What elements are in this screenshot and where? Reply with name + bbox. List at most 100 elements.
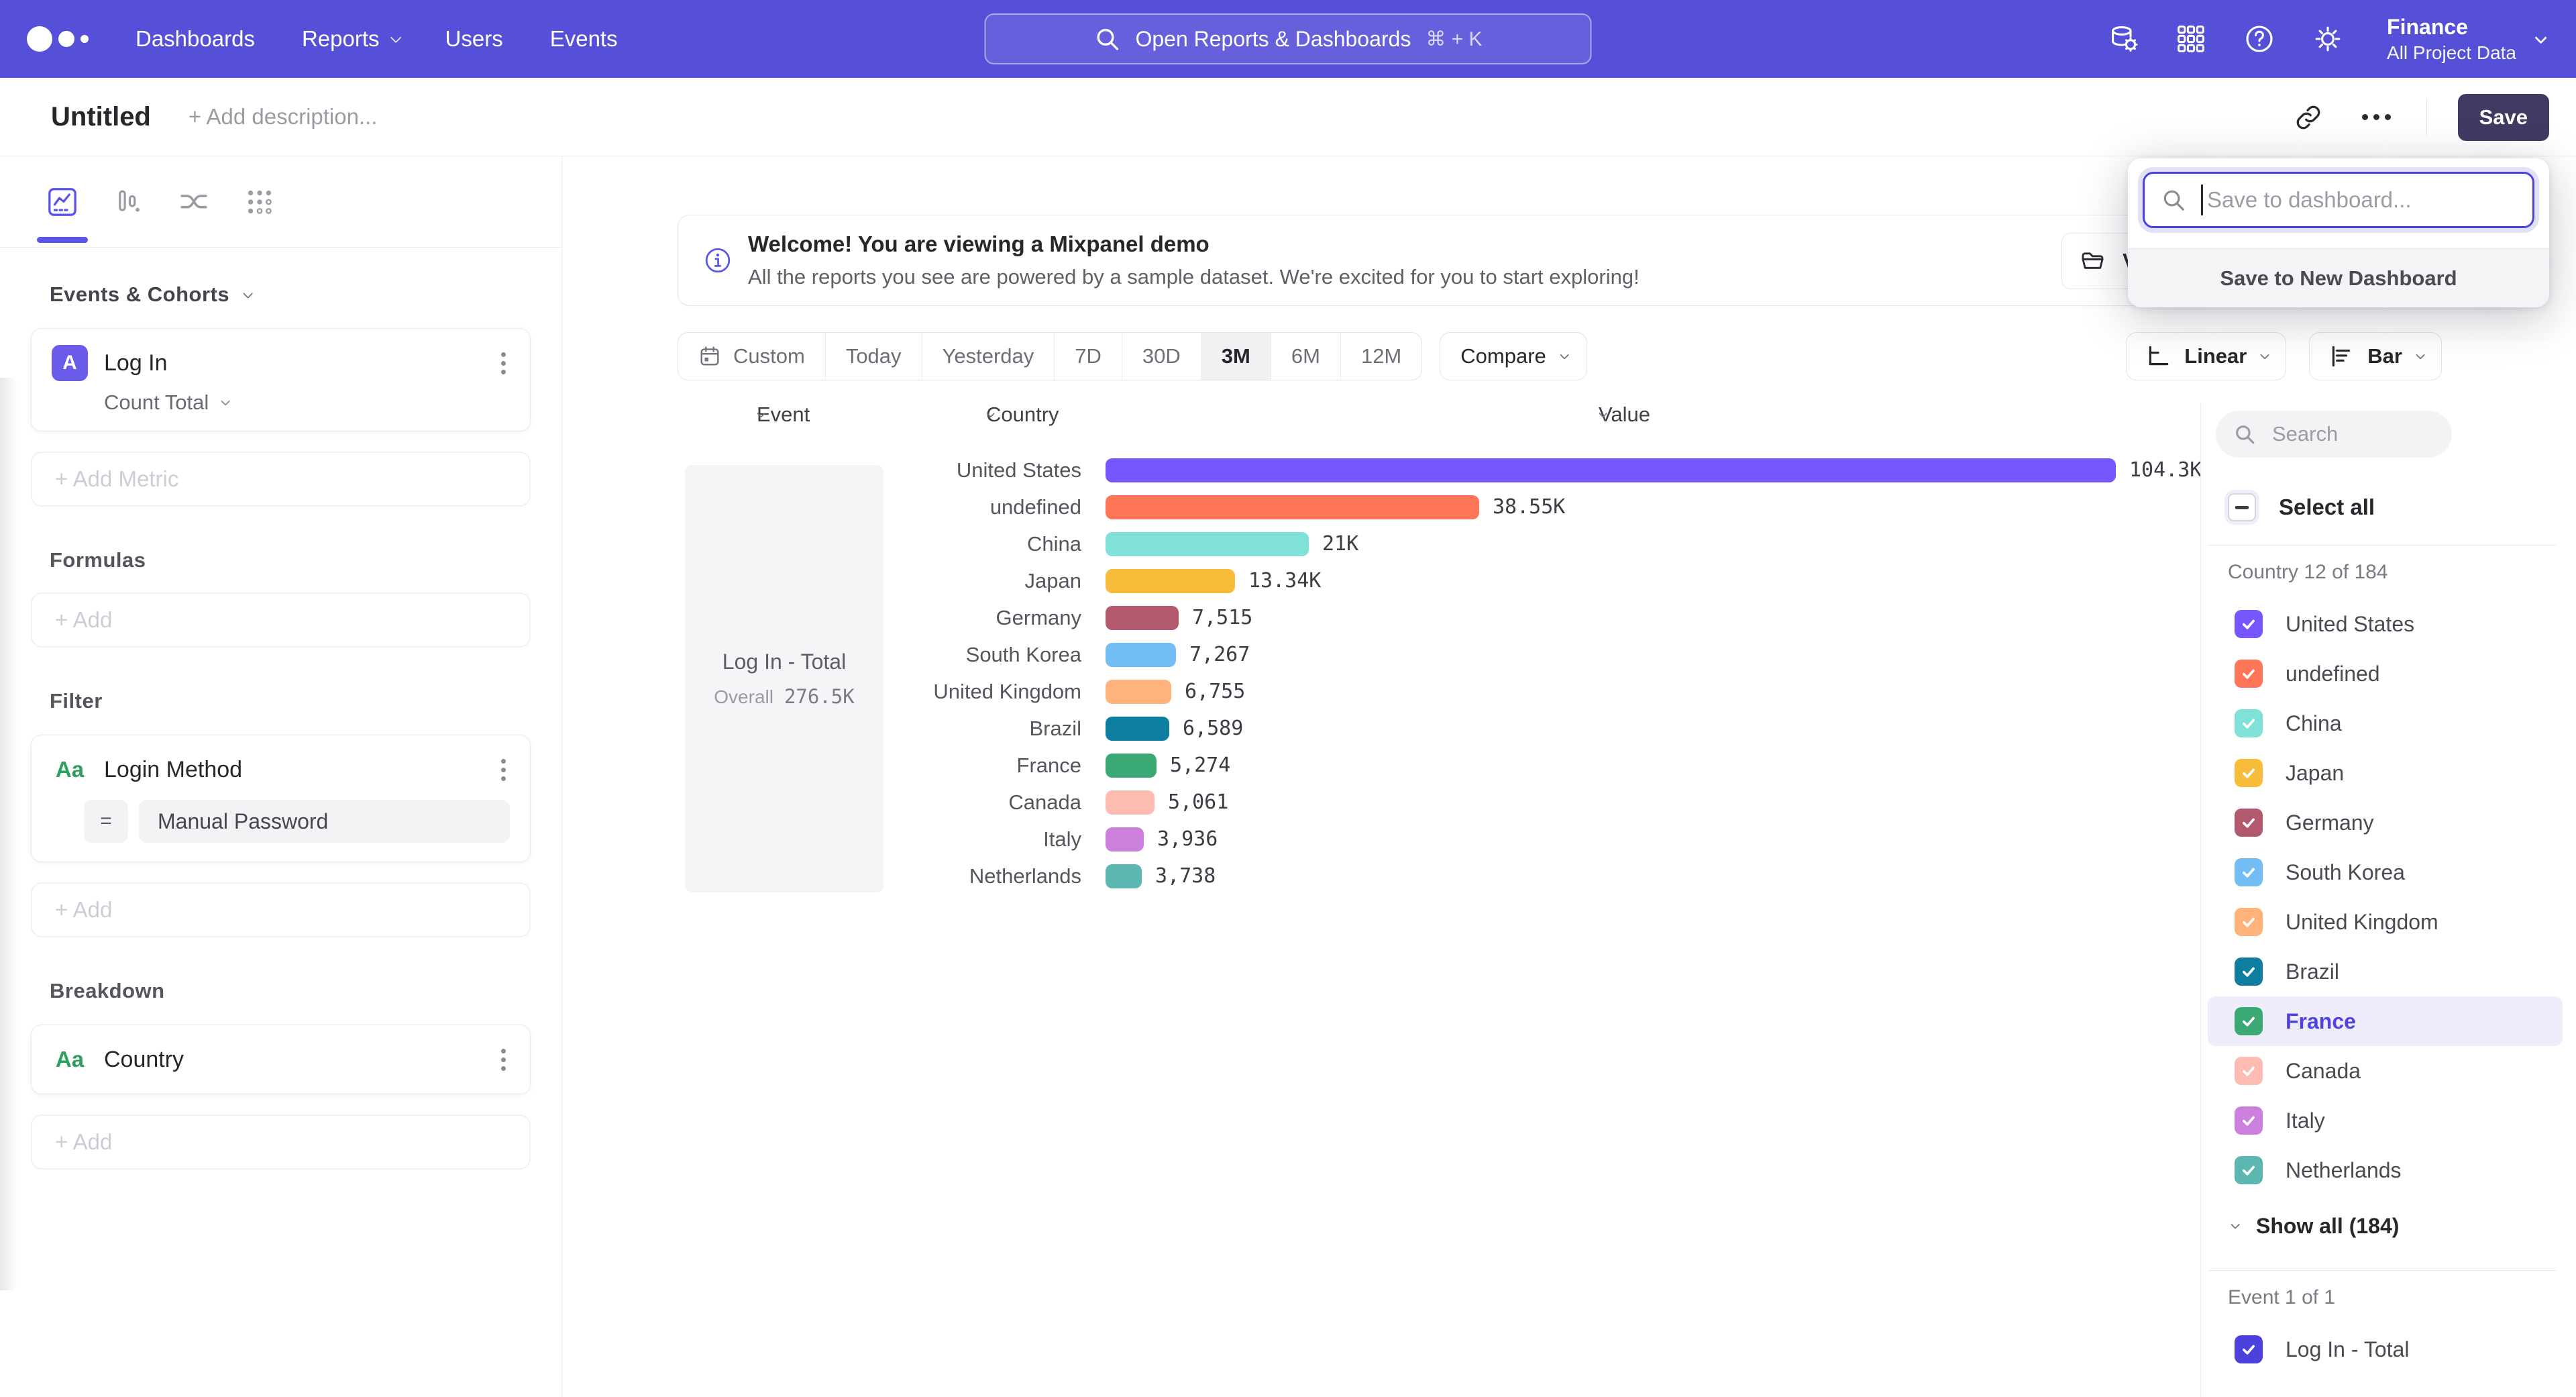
nav-item-dashboards[interactable]: Dashboards	[136, 26, 255, 52]
copy-link-icon[interactable]	[2290, 99, 2327, 136]
checkbox-checked[interactable]	[2235, 958, 2263, 986]
date-range-yesterday[interactable]: Yesterday	[922, 333, 1055, 380]
date-range-custom[interactable]: Custom	[678, 333, 825, 380]
project-selector[interactable]: Finance All Project Data	[2387, 15, 2544, 64]
filter-property-name[interactable]: Login Method	[104, 757, 497, 783]
date-range-3m[interactable]: 3M	[1201, 333, 1271, 380]
legend-item-log-in-total[interactable]: Log In - Total	[2208, 1325, 2563, 1374]
compare-button[interactable]: Compare	[1440, 332, 1587, 380]
select-all-row[interactable]: Select all	[2201, 483, 2576, 531]
bar-china[interactable]	[1106, 532, 1309, 556]
date-range-12m[interactable]: 12M	[1340, 333, 1421, 380]
value-column-label: Value	[1599, 403, 1650, 427]
checkbox-checked[interactable]	[2235, 858, 2263, 886]
aggregation-selector[interactable]: Count Total	[104, 391, 510, 415]
bar-united-states[interactable]	[1106, 458, 2116, 482]
save-dashboard-placeholder: Save to dashboard...	[2207, 187, 2412, 213]
nav-item-reports[interactable]: Reports	[302, 26, 398, 52]
chart-type-selector[interactable]: Bar	[2309, 332, 2442, 380]
bar-brazil[interactable]	[1106, 717, 1169, 741]
filter-operator[interactable]: =	[84, 800, 128, 843]
kebab-menu-icon[interactable]	[497, 755, 510, 785]
save-button[interactable]: Save	[2458, 94, 2549, 141]
add-breakdown-button[interactable]: + Add	[31, 1115, 531, 1170]
events-cohorts-header[interactable]: Events & Cohorts	[50, 282, 531, 307]
save-dashboard-search-input[interactable]: Save to dashboard...	[2143, 172, 2534, 228]
search-icon	[2233, 423, 2256, 446]
checkbox-checked[interactable]	[2235, 809, 2263, 837]
bar-canada[interactable]	[1106, 790, 1155, 815]
date-range-today[interactable]: Today	[825, 333, 922, 380]
date-range-7d[interactable]: 7D	[1054, 333, 1122, 380]
legend-item-south-korea[interactable]: South Korea	[2208, 847, 2563, 897]
legend-item-china[interactable]: China	[2208, 698, 2563, 748]
bar-south-korea[interactable]	[1106, 643, 1176, 667]
date-range-6m[interactable]: 6M	[1271, 333, 1340, 380]
mixpanel-logo[interactable]	[27, 26, 89, 52]
divider	[2426, 99, 2427, 136]
checkbox-checked[interactable]	[2235, 610, 2263, 638]
date-range-30d[interactable]: 30D	[1122, 333, 1201, 380]
legend-item-label: Japan	[2286, 761, 2344, 786]
show-all-button[interactable]: Show all (184)	[2201, 1200, 2576, 1251]
metric-card: A Log In Count Total	[31, 328, 531, 431]
metric-event-name[interactable]: Log In	[104, 350, 497, 376]
legend-item-netherlands[interactable]: Netherlands	[2208, 1145, 2563, 1195]
data-icon[interactable]	[2106, 23, 2139, 55]
save-to-new-dashboard-button[interactable]: Save to New Dashboard	[2128, 248, 2549, 307]
checkbox-checked[interactable]	[2235, 908, 2263, 936]
nav-item-events[interactable]: Events	[550, 26, 618, 52]
date-toolbar: CustomTodayYesterday7D30D3M6M12M Compare	[678, 332, 1587, 380]
help-icon[interactable]	[2243, 23, 2275, 55]
legend-item-united-states[interactable]: United States	[2208, 599, 2563, 649]
kebab-menu-icon[interactable]	[497, 1045, 510, 1075]
tab-insights[interactable]	[47, 156, 78, 247]
legend-item-undefined[interactable]: undefined	[2208, 649, 2563, 698]
gear-icon[interactable]	[2312, 23, 2344, 55]
report-title[interactable]: Untitled	[51, 102, 151, 132]
legend-item-italy[interactable]: Italy	[2208, 1096, 2563, 1145]
bar-netherlands[interactable]	[1106, 864, 1142, 888]
global-search-button[interactable]: Open Reports & Dashboards ⌘ + K	[985, 13, 1592, 64]
legend-item-canada[interactable]: Canada	[2208, 1046, 2563, 1096]
kebab-menu-icon[interactable]	[497, 348, 510, 378]
add-filter-button[interactable]: + Add	[31, 882, 531, 937]
legend-item-brazil[interactable]: Brazil	[2208, 947, 2563, 996]
event-summary-card[interactable]: Log In - Total Overall 276.5K	[685, 465, 883, 892]
nav-item-users[interactable]: Users	[445, 26, 503, 52]
breakdown-property-name[interactable]: Country	[104, 1047, 497, 1073]
bar-undefined[interactable]	[1106, 495, 1479, 519]
check-icon	[2240, 1112, 2257, 1129]
tab-retention[interactable]	[244, 156, 275, 247]
more-options-icon[interactable]	[2358, 99, 2396, 136]
bar-france[interactable]	[1106, 754, 1157, 778]
select-all-checkbox[interactable]	[2228, 493, 2256, 521]
legend-item-japan[interactable]: Japan	[2208, 748, 2563, 798]
legend-item-france[interactable]: France	[2208, 996, 2563, 1046]
checkbox-checked[interactable]	[2235, 1057, 2263, 1085]
apps-grid-icon[interactable]	[2175, 23, 2207, 55]
tab-flows[interactable]	[178, 156, 209, 247]
checkbox-checked[interactable]	[2235, 660, 2263, 688]
checkbox-checked[interactable]	[2235, 759, 2263, 787]
add-description-placeholder[interactable]: + Add description...	[189, 104, 378, 130]
bar-japan[interactable]	[1106, 569, 1235, 593]
legend-item-united-kingdom[interactable]: United Kingdom	[2208, 897, 2563, 947]
bar-germany[interactable]	[1106, 606, 1179, 630]
flows-icon	[178, 187, 209, 217]
checkbox-checked[interactable]	[2235, 1335, 2263, 1363]
bar-italy[interactable]	[1106, 827, 1144, 851]
scale-selector[interactable]: Linear	[2126, 332, 2286, 380]
string-property-badge: Aa	[52, 752, 88, 788]
checkbox-checked[interactable]	[2235, 1156, 2263, 1184]
tab-funnels[interactable]	[113, 156, 144, 247]
add-metric-button[interactable]: + Add Metric	[31, 452, 531, 507]
add-formula-button[interactable]: + Add	[31, 592, 531, 648]
bar-united-kingdom[interactable]	[1106, 680, 1171, 704]
filter-value[interactable]: Manual Password	[139, 800, 510, 843]
legend-item-germany[interactable]: Germany	[2208, 798, 2563, 847]
legend-item-label: undefined	[2286, 662, 2380, 686]
checkbox-checked[interactable]	[2235, 1007, 2263, 1035]
checkbox-checked[interactable]	[2235, 709, 2263, 737]
checkbox-checked[interactable]	[2235, 1106, 2263, 1135]
